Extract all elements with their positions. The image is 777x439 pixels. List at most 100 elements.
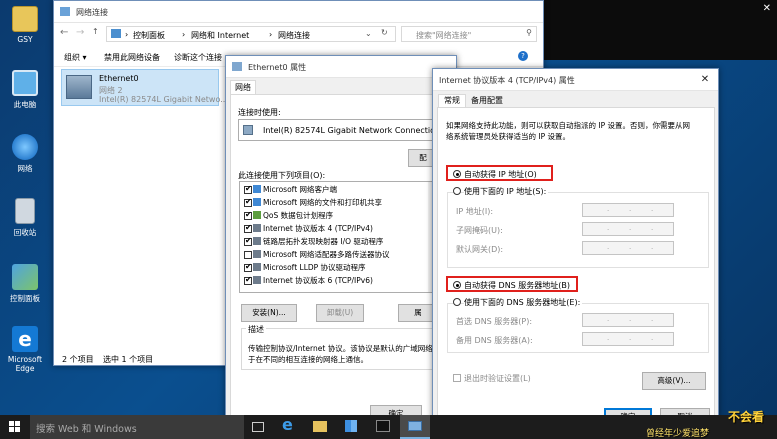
list-item[interactable]: QoS 数据包计划程序 bbox=[241, 210, 333, 222]
forward-arrow-icon[interactable]: → bbox=[76, 27, 84, 38]
list-item[interactable]: Microsoft 网络适配器多路传送器协议 bbox=[241, 249, 390, 261]
component-icon bbox=[253, 198, 261, 206]
start-button[interactable] bbox=[0, 415, 30, 439]
octet-separator: . bbox=[651, 315, 654, 323]
window-title: Ethernet0 属性 bbox=[248, 63, 307, 72]
task-view-icon[interactable] bbox=[252, 422, 264, 432]
octet-separator: . bbox=[651, 243, 654, 251]
manual-ip-radio[interactable] bbox=[453, 187, 461, 195]
disable-device-button[interactable]: 禁用此网络设备 bbox=[104, 52, 160, 63]
address-bar-row: ← → ↑ › 控制面板 › 网络和 Internet › 网络连接 ⌄ ↻ 搜… bbox=[54, 23, 543, 45]
tab-alternate-config[interactable]: 备用配置 bbox=[468, 95, 506, 107]
ip-address-input[interactable]: ... bbox=[582, 222, 674, 236]
breadcrumb-network-connections[interactable]: 网络连接 bbox=[278, 30, 310, 41]
desktop-icon-network[interactable]: 网络 bbox=[4, 134, 46, 174]
list-item-label: Internet 协议版本 6 (TCP/IPv6) bbox=[263, 276, 373, 285]
edge-icon: e bbox=[12, 326, 38, 352]
adapter-tile-ethernet0[interactable]: Ethernet0 网络 2 Intel(R) 82574L Gigabit N… bbox=[61, 69, 228, 106]
adapter-device: Intel(R) 82574L Gigabit Netwo... bbox=[99, 95, 228, 104]
ip-address-input[interactable]: ... bbox=[582, 313, 674, 327]
advanced-button[interactable]: 高级(V)... bbox=[642, 372, 706, 390]
search-input[interactable]: 搜索"网络连接" bbox=[416, 30, 471, 41]
description-line: 于在不同的相互连接的网络上通信。 bbox=[248, 355, 368, 364]
tab-general[interactable]: 常规 bbox=[438, 94, 466, 107]
field-label: 备用 DNS 服务器(A): bbox=[456, 336, 533, 345]
store-icon[interactable] bbox=[345, 420, 357, 432]
intro-line: 络系统管理员处获得适当的 IP 设置。 bbox=[446, 132, 571, 141]
manual-ip-label: 使用下面的 IP 地址(S): bbox=[464, 186, 549, 197]
breadcrumb-separator: › bbox=[269, 30, 273, 39]
desktop-icon-edge[interactable]: e Microsoft Edge bbox=[4, 326, 46, 373]
console-window-background: ✕ bbox=[520, 0, 777, 60]
list-item[interactable]: Internet 协议版本 6 (TCP/IPv6) bbox=[241, 275, 373, 287]
highlight-box-auto-dns bbox=[446, 276, 578, 292]
up-arrow-icon[interactable]: ↑ bbox=[92, 27, 99, 36]
items-label: 此连接使用下列项目(O): bbox=[238, 171, 326, 180]
octet-separator: . bbox=[607, 243, 610, 251]
list-item[interactable]: Microsoft 网络客户端 bbox=[241, 184, 337, 196]
breadcrumb-network-internet[interactable]: 网络和 Internet bbox=[191, 30, 249, 41]
diagnose-button[interactable]: 诊断这个连接 bbox=[174, 52, 222, 63]
list-item[interactable]: Microsoft 网络的文件和打印机共享 bbox=[241, 197, 382, 209]
octet-separator: . bbox=[607, 205, 610, 213]
desktop-icon-user[interactable]: GSY bbox=[4, 6, 46, 44]
ip-address-input[interactable]: ... bbox=[582, 241, 674, 255]
desktop-icon-recycle-bin[interactable]: 回收站 bbox=[4, 198, 46, 238]
component-icon bbox=[253, 185, 261, 193]
help-icon[interactable]: ? bbox=[518, 51, 528, 61]
edge-taskbar-icon[interactable]: e bbox=[282, 417, 300, 435]
octet-separator: . bbox=[607, 334, 610, 342]
manual-dns-label: 使用下面的 DNS 服务器地址(E): bbox=[464, 297, 583, 308]
desktop-icon-this-pc[interactable]: 此电脑 bbox=[4, 70, 46, 110]
ip-address-input[interactable]: ... bbox=[582, 332, 674, 346]
octet-separator: . bbox=[651, 205, 654, 213]
ethernet-adapter-icon bbox=[66, 75, 92, 99]
search-box[interactable]: 搜索"网络连接" ⚲ bbox=[401, 26, 537, 42]
title-bar: Internet 协议版本 4 (TCP/IPv4) 属性 ✕ bbox=[433, 69, 718, 91]
install-button[interactable]: 安装(N)... bbox=[241, 304, 297, 322]
window-title: 网络连接 bbox=[76, 8, 108, 17]
list-item[interactable]: 链路层拓扑发现映射器 I/O 驱动程序 bbox=[241, 236, 383, 248]
list-item[interactable]: Internet 协议版本 4 (TCP/IPv4) bbox=[241, 223, 373, 235]
back-arrow-icon[interactable]: ← bbox=[60, 27, 68, 38]
network-connections-taskbar-button[interactable] bbox=[400, 415, 430, 439]
chevron-down-icon[interactable]: ⌄ bbox=[365, 29, 372, 38]
component-icon bbox=[253, 237, 261, 245]
breadcrumb[interactable]: › 控制面板 › 网络和 Internet › 网络连接 ⌄ ↻ bbox=[106, 26, 396, 42]
octet-separator: . bbox=[651, 224, 654, 232]
list-item[interactable]: Microsoft LLDP 协议驱动程序 bbox=[241, 262, 366, 274]
manual-dns-radio[interactable] bbox=[453, 298, 461, 306]
breadcrumb-separator: › bbox=[125, 30, 129, 39]
breadcrumb-control-panel[interactable]: 控制面板 bbox=[133, 30, 165, 41]
close-icon[interactable]: ✕ bbox=[696, 73, 714, 87]
network-globe-icon bbox=[12, 134, 38, 160]
tab-networking[interactable]: 网络 bbox=[230, 80, 256, 94]
ip-address-input[interactable]: ... bbox=[582, 203, 674, 217]
desktop-icon-control-panel[interactable]: 控制面板 bbox=[4, 264, 46, 304]
list-item-label: Microsoft 网络客户端 bbox=[263, 185, 338, 194]
taskbar-search-input[interactable]: 搜索 Web 和 Windows bbox=[36, 421, 137, 435]
file-explorer-icon[interactable] bbox=[313, 421, 327, 432]
octet-separator: . bbox=[629, 224, 632, 232]
network-connections-icon bbox=[408, 421, 422, 431]
desktop-icon-label: Microsoft Edge bbox=[7, 355, 43, 373]
window-title: Internet 协议版本 4 (TCP/IPv4) 属性 bbox=[439, 76, 575, 85]
adapter-name: Intel(R) 82574L Gigabit Network Connecti… bbox=[263, 126, 441, 135]
taskbar-search[interactable]: 搜索 Web 和 Windows bbox=[30, 415, 244, 439]
console-taskbar-icon[interactable] bbox=[376, 420, 390, 432]
octet-separator: . bbox=[607, 224, 610, 232]
component-icon bbox=[253, 224, 261, 232]
list-item-label: Internet 协议版本 4 (TCP/IPv4) bbox=[263, 224, 373, 233]
status-item-count: 2 个项目 bbox=[62, 355, 94, 364]
validate-checkbox[interactable] bbox=[453, 374, 461, 382]
octet-separator: . bbox=[629, 243, 632, 251]
field-label: 子网掩码(U): bbox=[456, 226, 503, 235]
organize-menu[interactable]: 组织 ▾ bbox=[64, 52, 87, 63]
desktop-icon-label: 控制面板 bbox=[10, 294, 40, 303]
field-label: IP 地址(I): bbox=[456, 207, 494, 216]
uninstall-button[interactable]: 卸载(U) bbox=[316, 304, 364, 322]
windows-logo-icon bbox=[15, 421, 20, 426]
recycle-bin-icon bbox=[15, 198, 35, 224]
refresh-icon[interactable]: ↻ bbox=[381, 28, 388, 37]
windows-logo-icon bbox=[15, 427, 20, 432]
